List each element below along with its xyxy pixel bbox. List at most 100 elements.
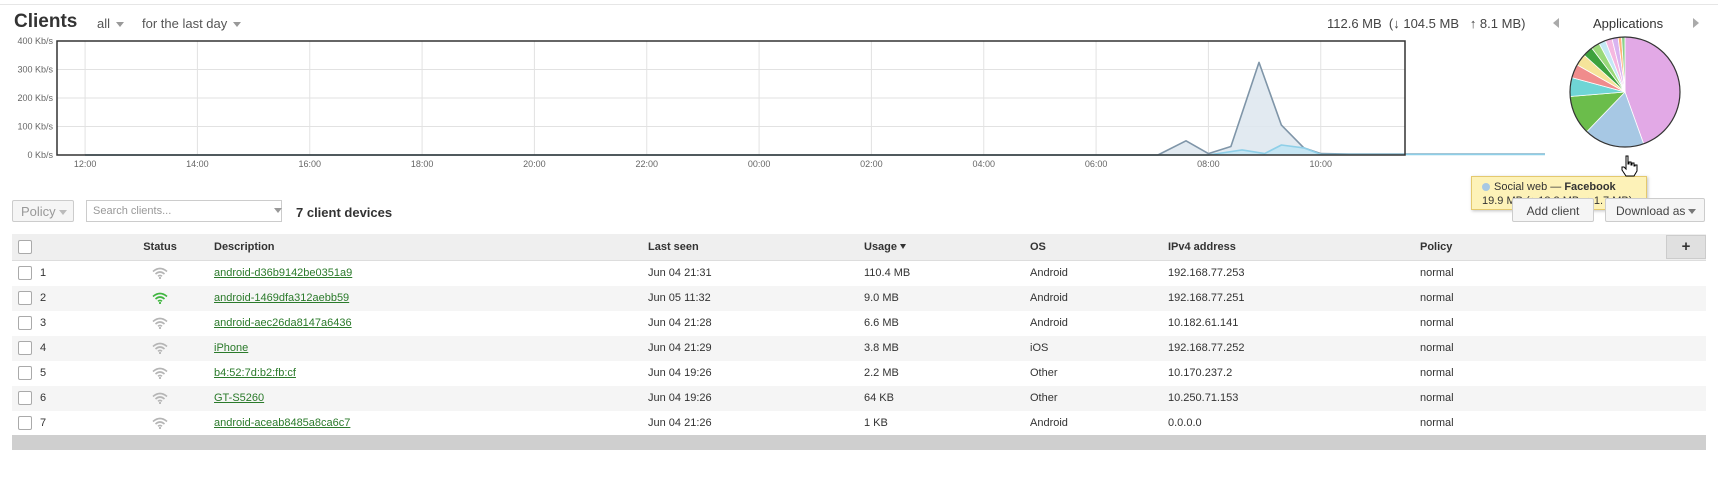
hand-cursor-icon <box>1621 155 1638 177</box>
add-client-button[interactable]: Add client <box>1512 198 1594 222</box>
x-tick-label: 20:00 <box>523 159 546 169</box>
policy-cell: normal <box>1420 292 1454 304</box>
series-line-total <box>85 61 1545 156</box>
series-area-total <box>85 62 1545 155</box>
row-checkbox[interactable] <box>18 391 32 405</box>
last-seen-cell: Jun 04 19:26 <box>648 392 712 404</box>
col-last-seen[interactable]: Last seen <box>642 234 858 261</box>
y-tick-label: 300 Kb/s <box>17 65 53 75</box>
y-tick-label: 400 Kb/s <box>17 36 53 46</box>
usage-cell: 1 KB <box>864 417 888 429</box>
chart-grid <box>57 40 1405 156</box>
download-as-button[interactable]: Download as <box>1605 198 1705 222</box>
tooltip-separator: — <box>1547 181 1565 193</box>
status-cell <box>112 311 208 336</box>
group-filter-dropdown[interactable]: all <box>97 16 125 31</box>
x-tick-label: 06:00 <box>1085 159 1108 169</box>
row-select-cell: 7 <box>12 411 112 436</box>
table-row[interactable]: 3 android-aec26da8147a6436 Jun 04 21:28 6.6… <box>12 311 1706 336</box>
time-range-dropdown[interactable]: for the last day <box>142 16 242 31</box>
x-tick-label: 00:00 <box>748 159 771 169</box>
table-row[interactable]: 1 android-d36b9142be0351a9 Jun 04 21:31 110… <box>12 260 1706 286</box>
client-link[interactable]: GT-S5260 <box>214 392 264 404</box>
table-row[interactable]: 5 b4:52:7d:b2:fb:cf Jun 04 19:26 2.2 MB Othe… <box>12 361 1706 386</box>
status-cell <box>112 361 208 386</box>
col-description[interactable]: Description <box>208 234 642 261</box>
client-link[interactable]: android-aceab8485a8ca6c7 <box>214 417 350 429</box>
row-number: 1 <box>40 267 47 279</box>
search-clients-input[interactable] <box>86 200 282 222</box>
wifi-icon <box>152 417 168 429</box>
chevron-down-icon <box>116 22 125 28</box>
client-link[interactable]: iPhone <box>214 342 248 354</box>
next-arrow-icon[interactable] <box>1693 18 1699 28</box>
row-extra-cell <box>1640 260 1706 286</box>
device-count: 7 client devices <box>296 205 393 220</box>
page-title: Clients <box>14 11 78 32</box>
usage-cell: 110.4 MB <box>864 267 911 279</box>
col-policy[interactable]: Policy <box>1414 234 1640 261</box>
pie-slices <box>1569 36 1681 148</box>
row-checkbox[interactable] <box>18 366 32 380</box>
status-cell <box>112 260 208 286</box>
usage-cell: 2.2 MB <box>864 367 899 379</box>
description-cell: android-aec26da8147a6436 <box>208 311 642 336</box>
row-checkbox[interactable] <box>18 291 32 305</box>
horizontal-scrollbar[interactable] <box>12 435 1706 450</box>
y-tick-label: 100 Kb/s <box>17 122 53 132</box>
ipv4-cell: 192.168.77.253 <box>1168 267 1245 279</box>
os-cell: Android <box>1030 317 1068 329</box>
row-checkbox[interactable] <box>18 341 32 355</box>
table-row[interactable]: 2 android-1469dfa312aebb59 Jun 05 11:32 9.0… <box>12 285 1706 311</box>
policy-cell: normal <box>1420 392 1454 404</box>
policy-cell: normal <box>1420 342 1454 354</box>
row-number: 4 <box>40 342 47 354</box>
policy-cell: normal <box>1420 417 1454 429</box>
row-extra-cell <box>1640 286 1706 311</box>
table-row[interactable]: 6 GT-S5260 Jun 04 19:26 64 KB Other 10.250.71… <box>12 385 1706 411</box>
applications-label: Applications <box>1593 16 1664 31</box>
table-row[interactable]: 7 android-aceab8485a8ca6c7 Jun 04 21:26 1 K… <box>12 411 1706 436</box>
y-axis: 0 Kb/s 100 Kb/s 200 Kb/s 300 Kb/s 400 Kb/s <box>17 36 53 160</box>
status-cell <box>112 386 208 411</box>
x-tick-label: 12:00 <box>74 159 97 169</box>
row-checkbox[interactable] <box>18 316 32 330</box>
x-axis: 12:00 14:00 16:00 18:00 20:00 22:00 00:00 02:00… <box>74 159 1332 169</box>
row-select-cell: 4 <box>12 336 112 361</box>
chevron-down-icon <box>233 22 242 28</box>
description-cell: iPhone <box>208 336 642 361</box>
client-link[interactable]: android-1469dfa312aebb59 <box>214 292 349 304</box>
wifi-icon <box>152 292 168 304</box>
row-extra-cell <box>1640 361 1706 386</box>
applications-pie-chart[interactable] <box>1560 36 1690 166</box>
col-status[interactable]: Status <box>112 234 208 261</box>
client-link[interactable]: b4:52:7d:b2:fb:cf <box>214 367 296 379</box>
col-ipv4[interactable]: IPv4 address <box>1162 234 1414 261</box>
usage-cell: 6.6 MB <box>864 317 899 329</box>
table-header-row: Status Description Last seen Usage OS IP… <box>12 234 1706 261</box>
col-os[interactable]: OS <box>1024 234 1162 261</box>
prev-arrow-icon[interactable] <box>1553 18 1559 28</box>
client-link[interactable]: android-aec26da8147a6436 <box>214 317 352 329</box>
row-checkbox[interactable] <box>18 416 32 430</box>
policy-dropdown-button[interactable]: Policy <box>12 200 74 222</box>
col-usage-label: Usage <box>864 240 898 253</box>
usage-cell: 64 KB <box>864 392 894 404</box>
client-link[interactable]: android-d36b9142be0351a9 <box>214 267 352 279</box>
status-cell <box>112 336 208 361</box>
add-column-button[interactable]: + <box>1666 234 1706 259</box>
row-checkbox[interactable] <box>18 266 32 280</box>
col-usage[interactable]: Usage <box>858 234 1024 261</box>
row-select-cell: 5 <box>12 361 112 386</box>
table-body: 1 android-d36b9142be0351a9 Jun 04 21:31 110… <box>12 260 1706 436</box>
x-tick-label: 10:00 <box>1309 159 1332 169</box>
ipv4-cell: 192.168.77.252 <box>1168 342 1245 354</box>
table-row[interactable]: 4 iPhone Jun 04 21:29 3.8 MB iOS 192.168.77.2… <box>12 335 1706 361</box>
os-cell: Other <box>1030 392 1058 404</box>
ipv4-cell: 10.170.237.2 <box>1168 367 1233 379</box>
chevron-down-icon[interactable] <box>274 208 282 213</box>
description-cell: android-aceab8485a8ca6c7 <box>208 411 642 436</box>
tooltip-category: Social web <box>1494 181 1548 193</box>
select-all-checkbox[interactable] <box>18 239 32 254</box>
row-extra-cell <box>1640 311 1706 336</box>
